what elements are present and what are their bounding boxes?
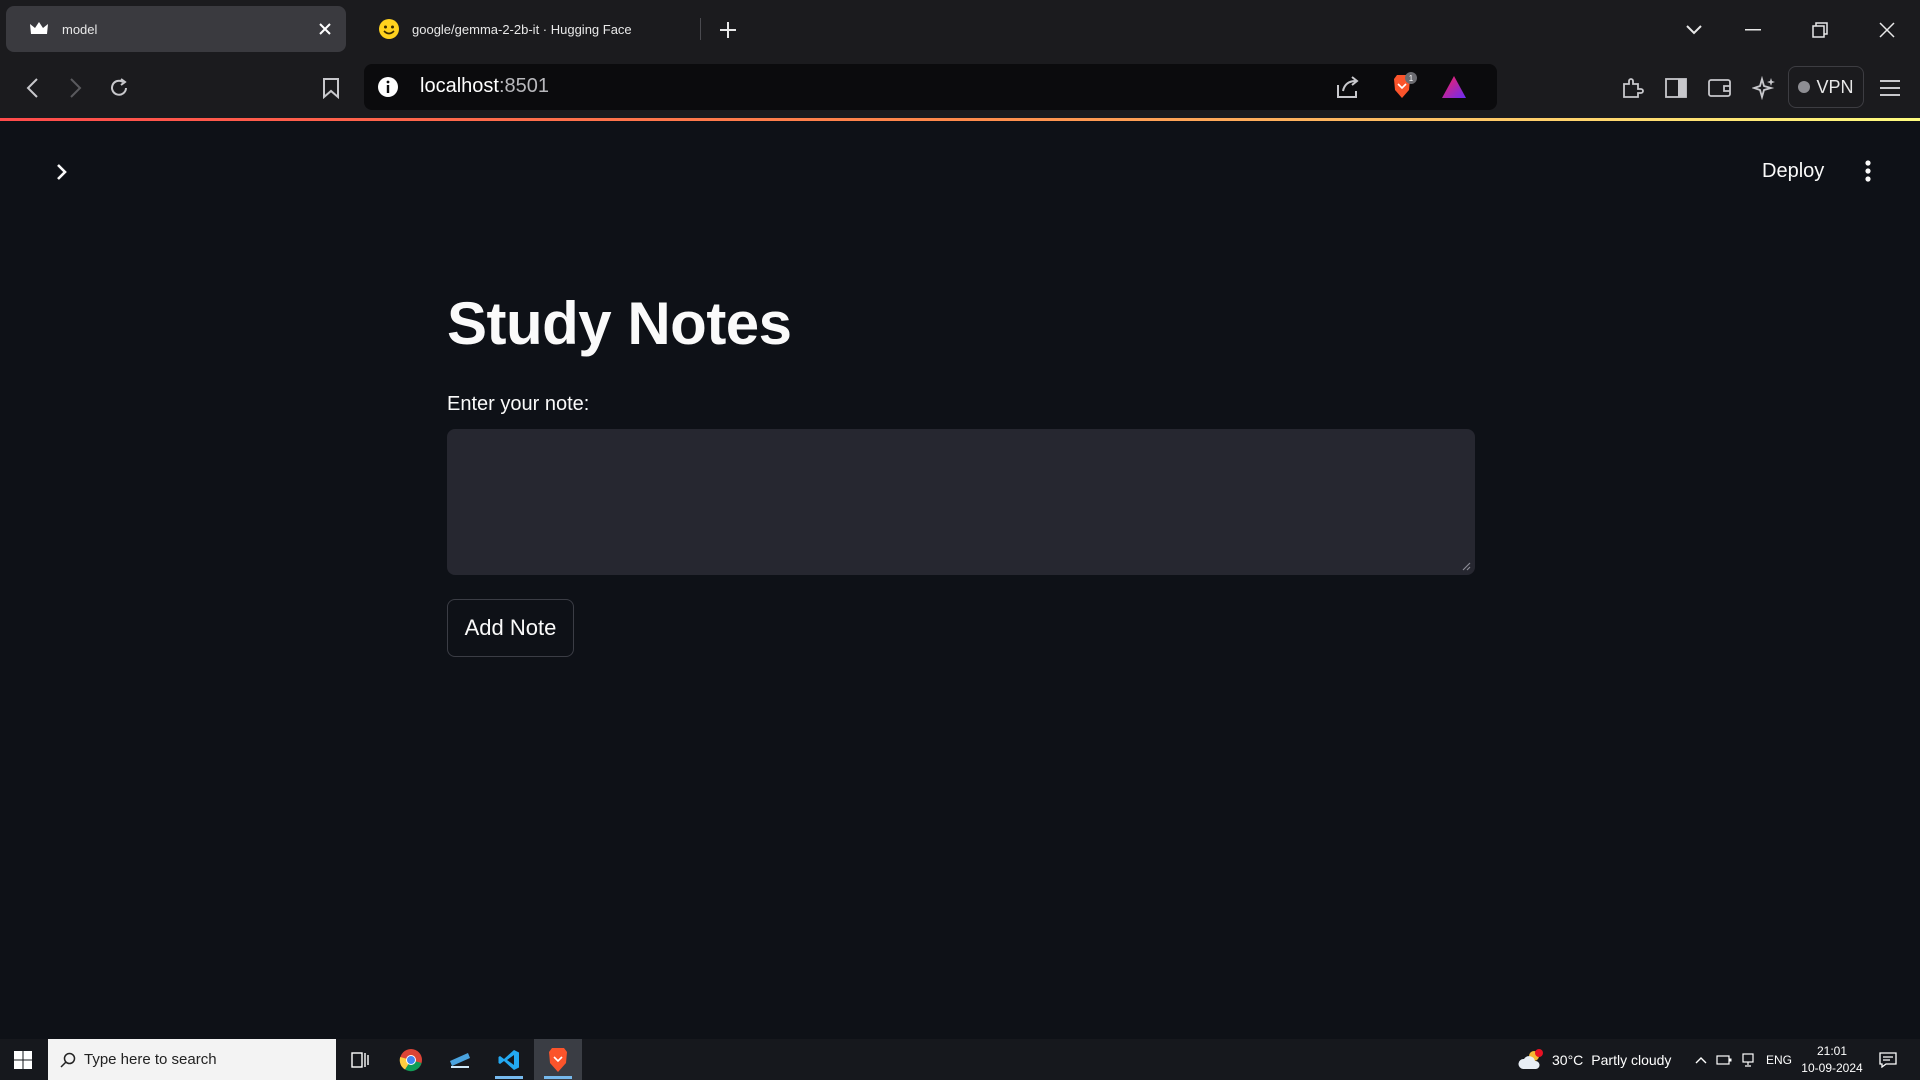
add-note-button[interactable]: Add Note bbox=[447, 599, 574, 657]
windows-start-icon[interactable] bbox=[0, 1039, 46, 1080]
vpn-status-dot-icon bbox=[1798, 81, 1811, 93]
expand-sidebar-chevron-right-icon[interactable] bbox=[46, 156, 78, 188]
bookmark-icon[interactable] bbox=[311, 68, 351, 108]
file-manager-icon[interactable] bbox=[436, 1039, 484, 1080]
tab-hugging-face[interactable]: google/gemma-2-2b-it · Hugging Face bbox=[356, 6, 696, 52]
extensions-puzzle-icon[interactable] bbox=[1616, 72, 1648, 104]
tab-title: google/gemma-2-2b-it · Hugging Face bbox=[412, 21, 632, 37]
close-window-icon[interactable] bbox=[1867, 10, 1907, 50]
task-view-icon[interactable] bbox=[336, 1039, 384, 1080]
page-title: Study Notes bbox=[447, 290, 792, 357]
weather-description: Partly cloudy bbox=[1591, 1051, 1672, 1068]
wallet-icon[interactable] bbox=[1704, 72, 1736, 104]
brave-rewards-icon[interactable] bbox=[1439, 73, 1469, 101]
deploy-button[interactable]: Deploy bbox=[1752, 151, 1834, 191]
tab-model[interactable]: model bbox=[6, 6, 346, 52]
browser-toolbar: localhost:8501 1 VPN bbox=[0, 58, 1920, 118]
notification-center-icon[interactable] bbox=[1870, 1039, 1906, 1080]
reload-icon[interactable] bbox=[99, 68, 139, 108]
tab-title: model bbox=[62, 21, 98, 37]
address-bar[interactable]: localhost:8501 1 bbox=[364, 64, 1497, 110]
vscode-icon[interactable] bbox=[485, 1039, 533, 1080]
share-icon[interactable] bbox=[1334, 73, 1362, 101]
taskbar-search-placeholder: Type here to search bbox=[84, 1051, 217, 1068]
resize-handle-icon[interactable] bbox=[1461, 561, 1471, 571]
note-textarea[interactable] bbox=[447, 429, 1475, 575]
sidebar-toggle-icon[interactable] bbox=[1660, 72, 1692, 104]
brave-badge-count: 1 bbox=[1409, 74, 1414, 83]
vpn-button[interactable]: VPN bbox=[1788, 66, 1864, 108]
back-arrow-icon[interactable] bbox=[12, 68, 52, 108]
leo-ai-sparkle-icon[interactable] bbox=[1748, 72, 1780, 104]
menu-hamburger-icon[interactable] bbox=[1874, 72, 1906, 104]
vpn-label: VPN bbox=[1816, 76, 1854, 97]
show-hidden-icons-chevron-up-icon[interactable] bbox=[1692, 1039, 1710, 1080]
hugging-face-icon bbox=[376, 16, 402, 42]
url-host: localhost bbox=[420, 75, 499, 97]
clock-time: 21:01 bbox=[1816, 1044, 1848, 1058]
url-port: :8501 bbox=[498, 75, 549, 97]
taskbar-search-box[interactable]: Type here to search bbox=[48, 1039, 336, 1080]
chrome-icon[interactable] bbox=[387, 1039, 435, 1080]
note-input-label: Enter your note: bbox=[447, 393, 590, 415]
streamlit-app: Deploy Study Notes Enter your note: Add … bbox=[0, 121, 1920, 1039]
new-tab-button[interactable] bbox=[712, 14, 744, 46]
clock-date: 10-09-2024 bbox=[1801, 1061, 1863, 1075]
site-info-icon[interactable] bbox=[376, 75, 400, 99]
browser-tab-bar: model google/gemma-2-2b-it · Hugging Fac… bbox=[0, 0, 1920, 58]
weather-widget[interactable]: 30°C Partly cloudy bbox=[1518, 1039, 1671, 1080]
main-menu-kebab-icon[interactable] bbox=[1852, 153, 1884, 189]
input-language[interactable]: ENG bbox=[1764, 1039, 1794, 1080]
tab-divider bbox=[700, 18, 701, 40]
brave-browser-icon[interactable] bbox=[534, 1039, 582, 1080]
battery-icon[interactable] bbox=[1714, 1039, 1734, 1080]
weather-cloud-icon bbox=[1518, 1048, 1543, 1069]
streamlit-crown-icon bbox=[26, 16, 52, 42]
close-tab-icon[interactable] bbox=[310, 14, 340, 44]
tab-search-chevron-down-icon[interactable] bbox=[1674, 10, 1714, 50]
forward-arrow-icon[interactable] bbox=[56, 68, 96, 108]
search-icon bbox=[60, 1052, 76, 1068]
taskbar-clock[interactable]: 21:01 10-09-2024 bbox=[1800, 1043, 1864, 1077]
network-icon[interactable] bbox=[1738, 1039, 1758, 1080]
windows-taskbar: Type here to search 30°C Partly cloudy E… bbox=[0, 1039, 1920, 1080]
brave-shields-icon[interactable]: 1 bbox=[1388, 72, 1418, 102]
weather-temp: 30°C bbox=[1552, 1051, 1584, 1068]
restore-icon[interactable] bbox=[1800, 10, 1840, 50]
url-text: localhost:8501 bbox=[420, 75, 549, 98]
minimize-icon[interactable] bbox=[1733, 10, 1773, 50]
